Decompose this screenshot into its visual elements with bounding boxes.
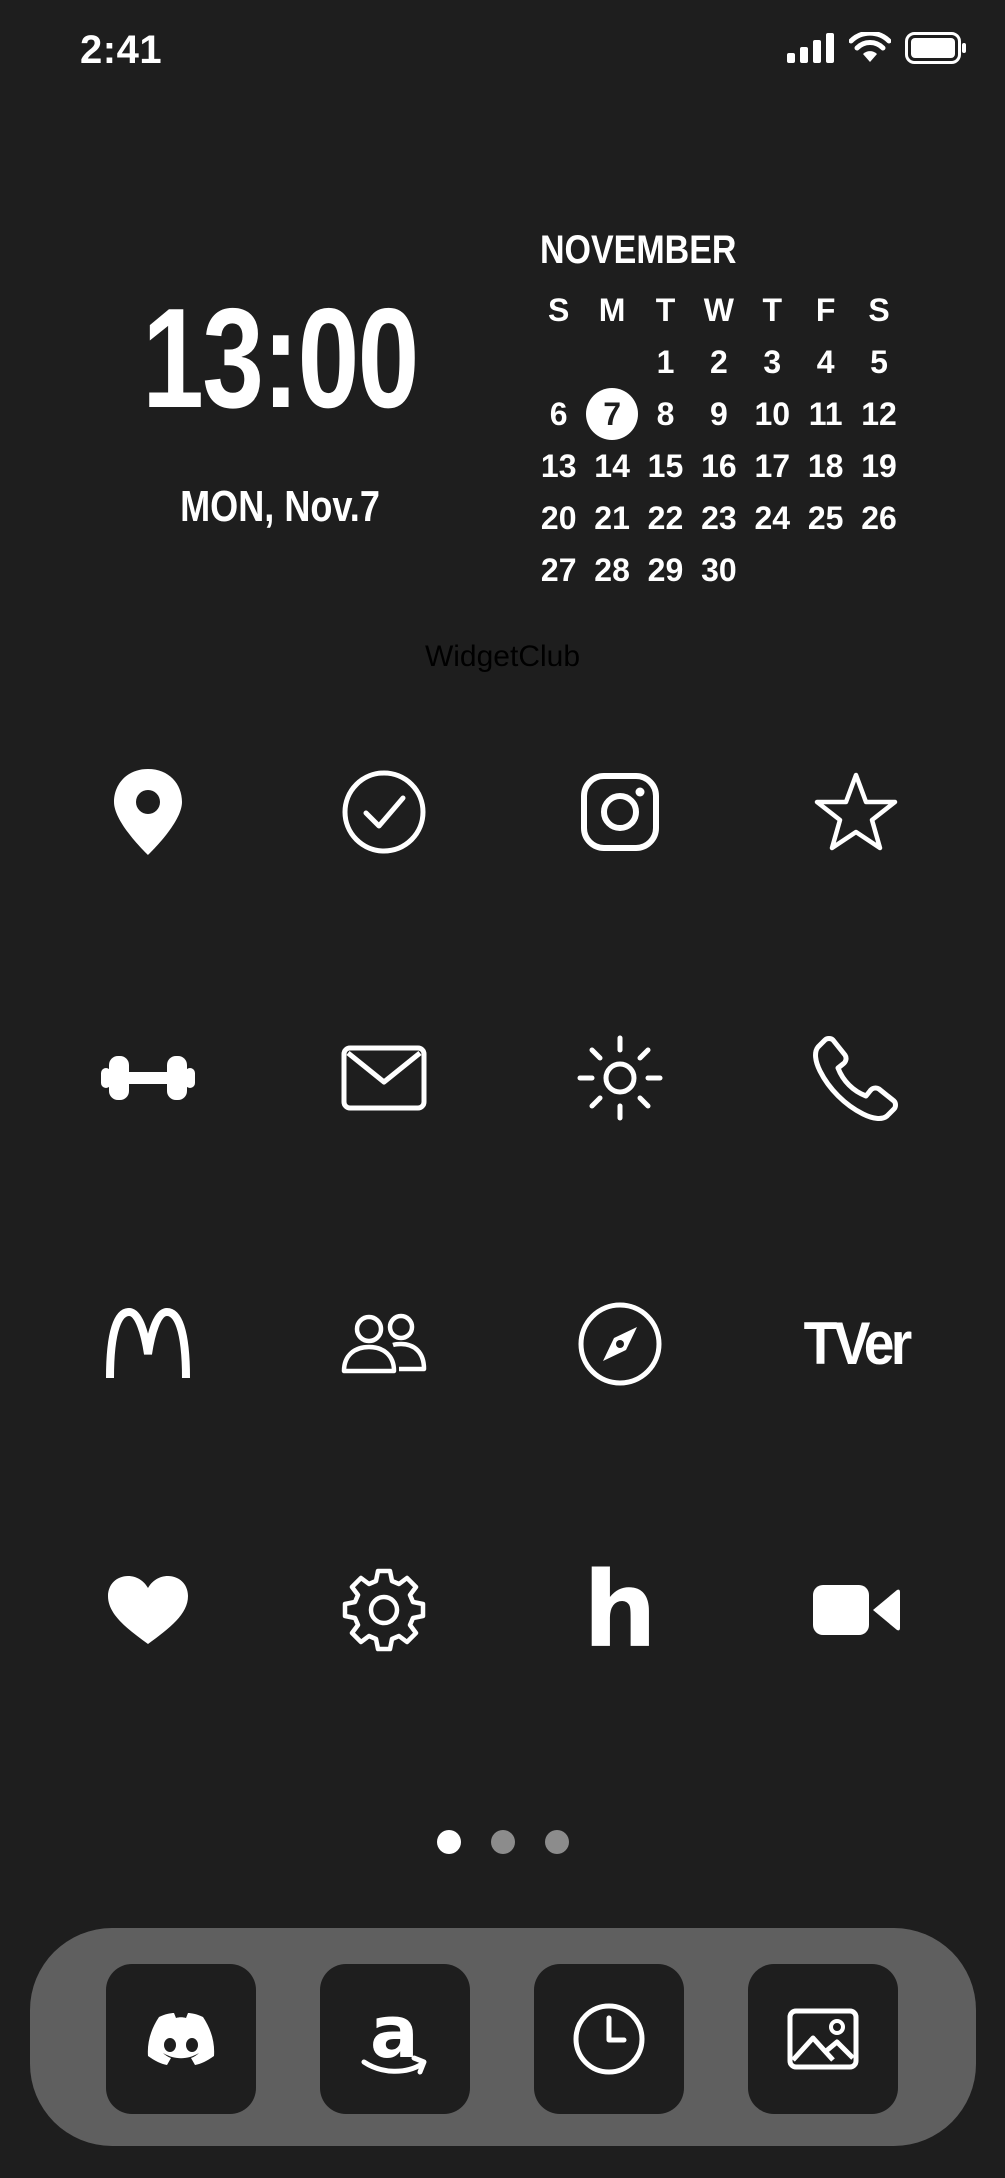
calendar-day: 27 (540, 552, 577, 588)
gear-icon (342, 1568, 426, 1652)
calendar-day: 28 (594, 552, 630, 588)
contacts-app-icon[interactable] (304, 1264, 464, 1424)
compass-icon (578, 1302, 662, 1386)
tver-logo-icon: TVer (803, 1310, 913, 1377)
calendar-day: 17 (754, 448, 791, 484)
calendar-grid: S M T W T F S 1 2 3 4 5 6 7 8 9 10 11 12 13 14 15 16 17 18 19 20 21… (532, 284, 906, 596)
calendar-day: 18 (807, 448, 844, 484)
battery-icon (905, 32, 967, 69)
page-indicator[interactable] (0, 1830, 1005, 1854)
calendar-month: NOVEMBER (540, 228, 737, 272)
calendar-day: 2 (709, 344, 728, 380)
envelope-icon (341, 1045, 427, 1111)
facetime-app-icon[interactable] (776, 1530, 936, 1690)
calendar-day: 8 (656, 396, 675, 432)
widget-caption: WidgetClub (424, 640, 581, 673)
calendar-day-empty (585, 336, 638, 388)
wifi-icon (848, 30, 892, 69)
calendar-day: 24 (754, 500, 791, 536)
photos-app-icon[interactable] (748, 1964, 898, 2114)
sun-icon (577, 1035, 663, 1121)
amazon-app-icon[interactable]: a (320, 1964, 470, 2114)
instagram-icon (581, 773, 659, 851)
mcdonalds-arches-icon (106, 1308, 190, 1379)
calendar-day: 15 (647, 448, 684, 484)
people-icon (341, 1313, 427, 1374)
status-time: 2:41 (80, 28, 163, 72)
calendar-day: 9 (709, 396, 728, 432)
calendar-day: 21 (594, 500, 630, 536)
calendar-day: 30 (701, 552, 737, 588)
mcdonalds-app-icon[interactable] (68, 1264, 228, 1424)
dock: a (30, 1928, 976, 2146)
amazon-smile-icon (361, 2055, 427, 2075)
discord-icon (147, 2013, 215, 2065)
maps-app-icon[interactable] (68, 732, 228, 892)
heart-icon (108, 1576, 188, 1644)
video-camera-icon (813, 1585, 900, 1635)
calendar-day-empty (532, 336, 585, 388)
phone-handset-icon (813, 1036, 898, 1121)
image-icon (787, 2008, 859, 2070)
phone-app-icon[interactable] (776, 998, 936, 1158)
calendar-day: 22 (647, 500, 684, 536)
location-pin-icon (114, 769, 182, 855)
calendar-weekday: T (762, 292, 783, 328)
hulu-app-icon[interactable]: h (540, 1530, 700, 1690)
fitness-app-icon[interactable] (68, 998, 228, 1158)
calendar-day: 4 (816, 344, 835, 380)
discord-app-icon[interactable] (106, 1964, 256, 2114)
calendar-day-today-label: 7 (603, 396, 621, 432)
calendar-day: 5 (870, 344, 888, 380)
clock-icon (573, 2003, 645, 2075)
calendar-day-empty (852, 544, 905, 596)
page-dot-1[interactable] (436, 1830, 461, 1854)
calendar-day: 20 (540, 500, 577, 536)
tver-app-icon[interactable]: TVer (776, 1264, 936, 1424)
clock-app-icon[interactable] (534, 1964, 684, 2114)
calendar-day: 26 (861, 500, 897, 536)
weather-app-icon[interactable] (540, 998, 700, 1158)
calendar-day: 14 (594, 448, 630, 484)
amazon-logo-icon: a (350, 1994, 440, 2084)
calendar-day-empty (746, 544, 799, 596)
page-dot-2[interactable] (490, 1830, 515, 1854)
calendar-day: 25 (807, 500, 844, 536)
calendar-day: 23 (701, 500, 737, 536)
mail-app-icon[interactable] (304, 998, 464, 1158)
calendar-day: 10 (754, 396, 791, 432)
reminders-app-icon[interactable] (304, 732, 464, 892)
status-icons (787, 30, 967, 69)
calendar-weekday: W (703, 292, 734, 328)
calendar-day: 13 (540, 448, 577, 484)
settings-app-icon[interactable] (304, 1530, 464, 1690)
clock-widget-date: MON, Nov.7 (180, 482, 380, 531)
star-icon (814, 772, 898, 851)
calendar-day-empty (799, 544, 852, 596)
health-app-icon[interactable] (68, 1530, 228, 1690)
calendar-day: 19 (861, 448, 897, 484)
calendar-weekday: S (548, 292, 570, 328)
calendar-weekday: S (868, 292, 890, 328)
clock-widget-time: 13:00 (142, 279, 419, 438)
calendar-weekday: M (598, 292, 626, 328)
checkmark-circle-icon (342, 770, 426, 854)
calendar-day-today: 7 (585, 388, 639, 440)
safari-app-icon[interactable] (540, 1264, 700, 1424)
calendar-weekday: T (655, 292, 676, 328)
dumbbell-icon (101, 1056, 195, 1100)
calendar-day: 11 (808, 396, 843, 432)
instagram-app-icon[interactable] (540, 732, 700, 892)
calendar-day: 3 (763, 344, 782, 380)
calendar-day: 1 (656, 344, 675, 380)
calendar-day: 16 (701, 448, 737, 484)
calendar-day: 29 (647, 552, 684, 588)
calendar-weekday: F (815, 292, 836, 328)
favorites-app-icon[interactable] (776, 732, 936, 892)
calendar-day: 12 (861, 396, 897, 432)
cellular-signal-icon (787, 33, 835, 68)
calendar-day: 6 (549, 396, 568, 432)
page-dot-3[interactable] (544, 1830, 569, 1854)
hulu-logo-icon: h (582, 1549, 658, 1671)
